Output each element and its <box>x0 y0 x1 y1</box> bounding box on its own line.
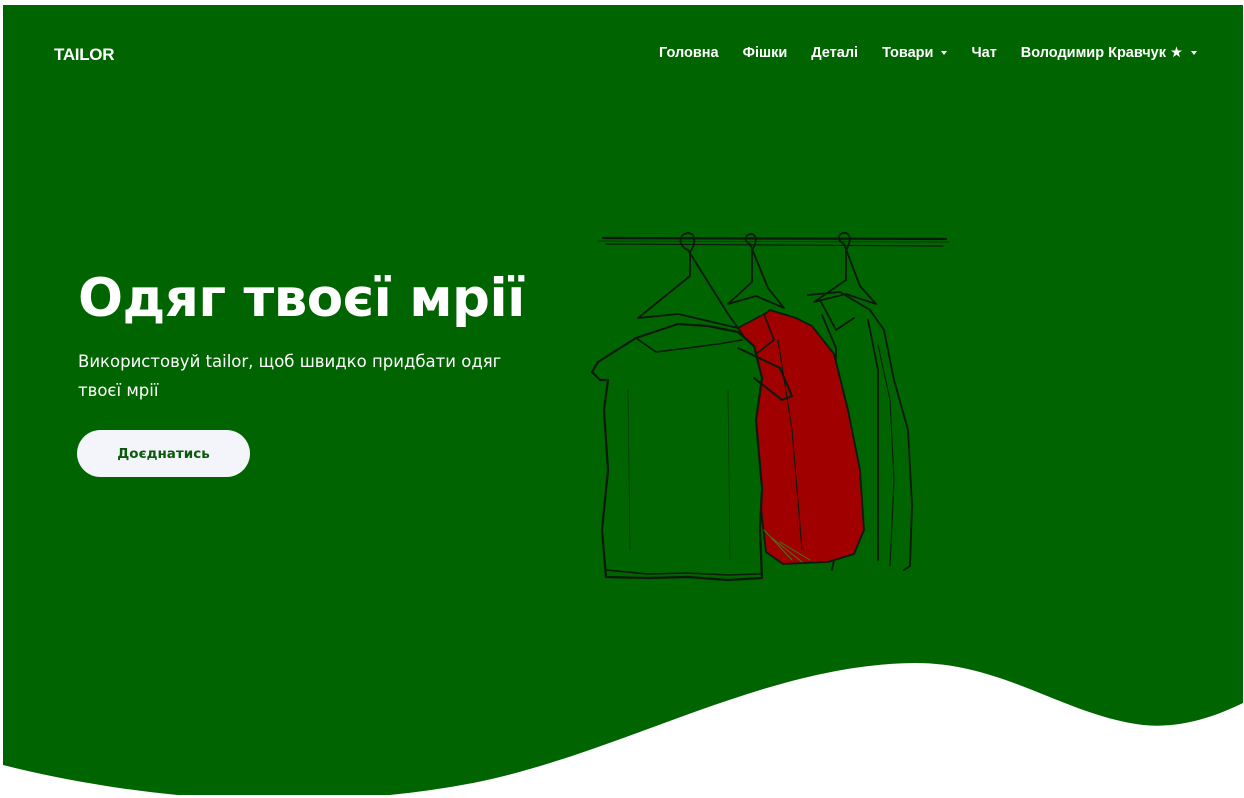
page: TAILOR Головна Фішки Деталі Товари Чат В… <box>0 0 1244 798</box>
hero-subtitle: Використовуй tailor, щоб швидко придбати… <box>78 352 502 400</box>
brand-logo[interactable]: TAILOR <box>54 45 115 65</box>
nav-details[interactable]: Деталі <box>811 45 858 61</box>
hero-title: Одяг твоєї мрії <box>78 268 525 329</box>
main-navigation: Головна Фішки Деталі Товари Чат Володими… <box>659 45 1197 61</box>
nav-home[interactable]: Головна <box>659 45 719 61</box>
nav-user-label: Володимир Кравчук ★ <box>1020 45 1183 61</box>
nav-home-label: Головна <box>659 45 719 61</box>
nav-products-dropdown[interactable]: Товари <box>882 45 948 61</box>
wave-divider <box>3 662 1243 795</box>
nav-chat[interactable]: Чат <box>971 45 996 61</box>
hero-section: TAILOR Головна Фішки Деталі Товари Чат В… <box>3 5 1243 795</box>
nav-products-label: Товари <box>882 45 934 61</box>
caret-down-icon <box>941 51 948 55</box>
nav-features[interactable]: Фішки <box>743 45 788 61</box>
join-button[interactable]: Доєднатись <box>77 430 250 477</box>
nav-features-label: Фішки <box>742 45 788 61</box>
nav-user-dropdown[interactable]: Володимир Кравчук ★ <box>1021 45 1197 61</box>
nav-chat-label: Чат <box>971 45 997 61</box>
caret-down-icon <box>1191 51 1197 55</box>
clothes-rack-illustration <box>590 232 950 582</box>
nav-details-label: Деталі <box>811 45 859 61</box>
